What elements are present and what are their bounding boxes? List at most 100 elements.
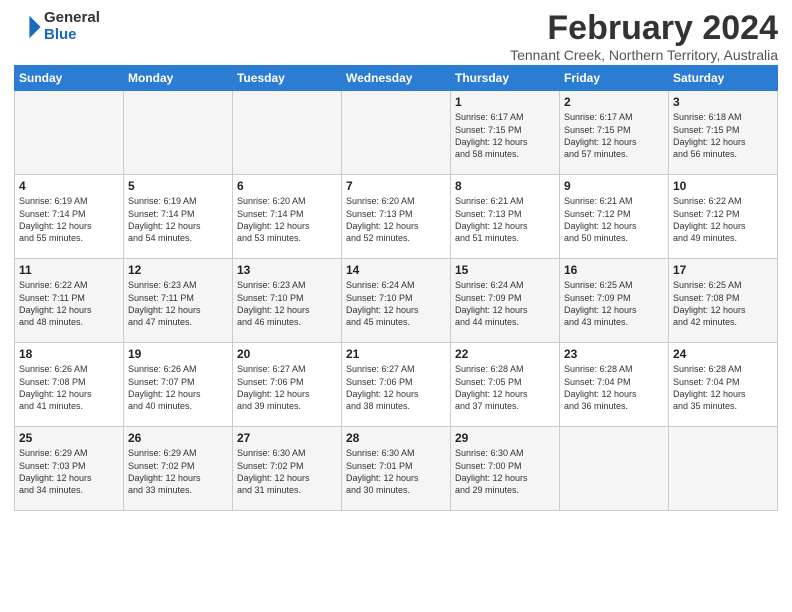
day-number: 24: [673, 347, 773, 361]
day-cell: 15 Sunrise: 6:24 AM Sunset: 7:09 PM Dayli…: [451, 259, 560, 343]
day-number: 12: [128, 263, 228, 277]
day-number: 9: [564, 179, 664, 193]
day-cell: 11 Sunrise: 6:22 AM Sunset: 7:11 PM Dayli…: [15, 259, 124, 343]
day-info: Sunrise: 6:30 AM Sunset: 7:02 PM Dayligh…: [237, 447, 337, 496]
day-cell: 25 Sunrise: 6:29 AM Sunset: 7:03 PM Dayli…: [15, 427, 124, 511]
day-cell: [342, 91, 451, 175]
day-number: 11: [19, 263, 119, 277]
col-header-friday: Friday: [560, 66, 669, 91]
day-number: 5: [128, 179, 228, 193]
day-number: 28: [346, 431, 446, 445]
day-cell: 5 Sunrise: 6:19 AM Sunset: 7:14 PM Daylig…: [124, 175, 233, 259]
day-cell: 21Sunrise: 6:27 AM Sunset: 7:06 PM Dayli…: [342, 343, 451, 427]
day-info: Sunrise: 6:20 AM Sunset: 7:13 PM Dayligh…: [346, 195, 446, 244]
week-row-2: 11 Sunrise: 6:22 AM Sunset: 7:11 PM Dayli…: [15, 259, 778, 343]
day-cell: [124, 91, 233, 175]
week-row-1: 4Sunrise: 6:19 AM Sunset: 7:14 PM Daylig…: [15, 175, 778, 259]
day-number: 15: [455, 263, 555, 277]
day-info: Sunrise: 6:29 AM Sunset: 7:03 PM Dayligh…: [19, 447, 119, 496]
day-number: 16: [564, 263, 664, 277]
day-cell: 14 Sunrise: 6:24 AM Sunset: 7:10 PM Dayli…: [342, 259, 451, 343]
logo-area: General Blue: [14, 10, 100, 43]
day-cell: [560, 427, 669, 511]
day-cell: 6 Sunrise: 6:20 AM Sunset: 7:14 PM Daylig…: [233, 175, 342, 259]
day-number: 20: [237, 347, 337, 361]
day-info: Sunrise: 6:17 AM Sunset: 7:15 PM Dayligh…: [564, 111, 664, 160]
day-cell: 1 Sunrise: 6:17 AM Sunset: 7:15 PM Daylig…: [451, 91, 560, 175]
day-cell: 3Sunrise: 6:18 AM Sunset: 7:15 PM Daylig…: [669, 91, 778, 175]
day-cell: 13 Sunrise: 6:23 AM Sunset: 7:10 PM Dayli…: [233, 259, 342, 343]
header-row: SundayMondayTuesdayWednesdayThursdayFrid…: [15, 66, 778, 91]
day-number: 3: [673, 95, 773, 109]
day-cell: 8 Sunrise: 6:21 AM Sunset: 7:13 PM Daylig…: [451, 175, 560, 259]
day-cell: 17 Sunrise: 6:25 AM Sunset: 7:08 PM Dayli…: [669, 259, 778, 343]
day-number: 10: [673, 179, 773, 193]
day-info: Sunrise: 6:17 AM Sunset: 7:15 PM Dayligh…: [455, 111, 555, 160]
day-cell: 27 Sunrise: 6:30 AM Sunset: 7:02 PM Dayli…: [233, 427, 342, 511]
day-cell: 12 Sunrise: 6:23 AM Sunset: 7:11 PM Dayli…: [124, 259, 233, 343]
day-number: 23: [564, 347, 664, 361]
day-info: Sunrise: 6:30 AM Sunset: 7:01 PM Dayligh…: [346, 447, 446, 496]
day-number: 7: [346, 179, 446, 193]
day-number: 25: [19, 431, 119, 445]
day-info: Sunrise: 6:26 AM Sunset: 7:07 PM Dayligh…: [128, 363, 228, 412]
day-cell: 24 Sunrise: 6:28 AM Sunset: 7:04 PM Dayli…: [669, 343, 778, 427]
week-row-3: 18 Sunrise: 6:26 AM Sunset: 7:08 PM Dayli…: [15, 343, 778, 427]
col-header-monday: Monday: [124, 66, 233, 91]
week-row-4: 25 Sunrise: 6:29 AM Sunset: 7:03 PM Dayli…: [15, 427, 778, 511]
calendar-table: SundayMondayTuesdayWednesdayThursdayFrid…: [14, 65, 778, 511]
day-cell: [233, 91, 342, 175]
day-info: Sunrise: 6:21 AM Sunset: 7:12 PM Dayligh…: [564, 195, 664, 244]
day-number: 2: [564, 95, 664, 109]
day-info: Sunrise: 6:25 AM Sunset: 7:08 PM Dayligh…: [673, 279, 773, 328]
day-number: 27: [237, 431, 337, 445]
day-number: 21: [346, 347, 446, 361]
day-info: Sunrise: 6:26 AM Sunset: 7:08 PM Dayligh…: [19, 363, 119, 412]
title-area: February 2024 Tennant Creek, Northern Te…: [510, 10, 778, 63]
day-cell: 2 Sunrise: 6:17 AM Sunset: 7:15 PM Daylig…: [560, 91, 669, 175]
day-number: 6: [237, 179, 337, 193]
day-info: Sunrise: 6:20 AM Sunset: 7:14 PM Dayligh…: [237, 195, 337, 244]
day-cell: 29Sunrise: 6:30 AM Sunset: 7:00 PM Dayli…: [451, 427, 560, 511]
day-number: 18: [19, 347, 119, 361]
day-info: Sunrise: 6:23 AM Sunset: 7:11 PM Dayligh…: [128, 279, 228, 328]
day-info: Sunrise: 6:23 AM Sunset: 7:10 PM Dayligh…: [237, 279, 337, 328]
day-cell: 18 Sunrise: 6:26 AM Sunset: 7:08 PM Dayli…: [15, 343, 124, 427]
day-cell: 4Sunrise: 6:19 AM Sunset: 7:14 PM Daylig…: [15, 175, 124, 259]
day-number: 1: [455, 95, 555, 109]
day-number: 13: [237, 263, 337, 277]
header: General Blue February 2024 Tennant Creek…: [14, 10, 778, 63]
day-info: Sunrise: 6:29 AM Sunset: 7:02 PM Dayligh…: [128, 447, 228, 496]
day-info: Sunrise: 6:24 AM Sunset: 7:09 PM Dayligh…: [455, 279, 555, 328]
day-number: 17: [673, 263, 773, 277]
day-info: Sunrise: 6:27 AM Sunset: 7:06 PM Dayligh…: [237, 363, 337, 412]
col-header-thursday: Thursday: [451, 66, 560, 91]
day-info: Sunrise: 6:19 AM Sunset: 7:14 PM Dayligh…: [19, 195, 119, 244]
page: General Blue February 2024 Tennant Creek…: [0, 0, 792, 517]
main-title: February 2024: [510, 10, 778, 47]
day-info: Sunrise: 6:21 AM Sunset: 7:13 PM Dayligh…: [455, 195, 555, 244]
day-info: Sunrise: 6:22 AM Sunset: 7:11 PM Dayligh…: [19, 279, 119, 328]
day-info: Sunrise: 6:22 AM Sunset: 7:12 PM Dayligh…: [673, 195, 773, 244]
col-header-wednesday: Wednesday: [342, 66, 451, 91]
day-number: 14: [346, 263, 446, 277]
day-number: 26: [128, 431, 228, 445]
day-cell: [669, 427, 778, 511]
logo-icon: [14, 13, 42, 41]
day-info: Sunrise: 6:19 AM Sunset: 7:14 PM Dayligh…: [128, 195, 228, 244]
col-header-sunday: Sunday: [15, 66, 124, 91]
day-number: 19: [128, 347, 228, 361]
day-info: Sunrise: 6:24 AM Sunset: 7:10 PM Dayligh…: [346, 279, 446, 328]
logo-text: General Blue: [44, 10, 100, 43]
col-header-saturday: Saturday: [669, 66, 778, 91]
day-cell: 23Sunrise: 6:28 AM Sunset: 7:04 PM Dayli…: [560, 343, 669, 427]
day-cell: 10 Sunrise: 6:22 AM Sunset: 7:12 PM Dayli…: [669, 175, 778, 259]
col-header-tuesday: Tuesday: [233, 66, 342, 91]
day-cell: 28 Sunrise: 6:30 AM Sunset: 7:01 PM Dayli…: [342, 427, 451, 511]
subtitle: Tennant Creek, Northern Territory, Austr…: [510, 47, 778, 63]
day-cell: 9 Sunrise: 6:21 AM Sunset: 7:12 PM Daylig…: [560, 175, 669, 259]
day-number: 8: [455, 179, 555, 193]
day-cell: 7 Sunrise: 6:20 AM Sunset: 7:13 PM Daylig…: [342, 175, 451, 259]
day-cell: 16Sunrise: 6:25 AM Sunset: 7:09 PM Dayli…: [560, 259, 669, 343]
day-info: Sunrise: 6:28 AM Sunset: 7:04 PM Dayligh…: [673, 363, 773, 412]
